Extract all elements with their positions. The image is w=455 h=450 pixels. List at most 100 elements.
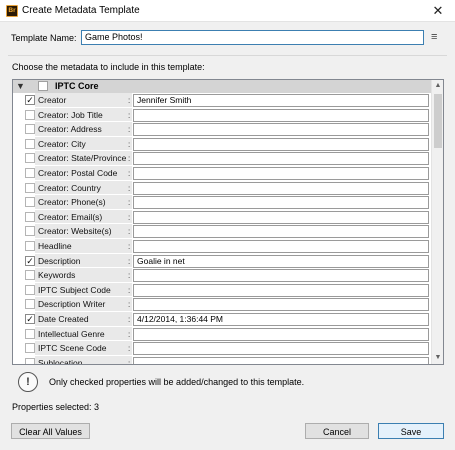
- row-value-field[interactable]: [133, 327, 429, 341]
- metadata-row: Creator: City:: [13, 136, 431, 152]
- row-separator: :: [128, 256, 131, 266]
- row-checkbox[interactable]: [25, 299, 35, 310]
- row-value-field[interactable]: [133, 342, 429, 356]
- choose-metadata-label: Choose the metadata to include in this t…: [12, 62, 205, 72]
- close-icon[interactable]: ✕: [421, 0, 455, 22]
- row-checkbox[interactable]: ✓: [25, 313, 35, 324]
- row-value-field[interactable]: [133, 356, 429, 364]
- row-value-field[interactable]: [133, 269, 429, 283]
- row-label: Keywords: [38, 270, 76, 281]
- metadata-row: Creator: Country:: [13, 180, 431, 196]
- row-checkbox[interactable]: [25, 211, 35, 222]
- row-value-field[interactable]: [133, 123, 429, 137]
- metadata-row: Description Writer:: [13, 297, 431, 312]
- row-checkbox[interactable]: ✓: [25, 95, 35, 105]
- row-label: Creator: Country: [38, 182, 101, 193]
- row-checkbox[interactable]: [25, 109, 35, 120]
- row-value-field[interactable]: [133, 210, 429, 224]
- bridge-app-icon: Br: [6, 5, 18, 17]
- row-value-field[interactable]: [133, 298, 429, 312]
- row-checkbox[interactable]: [25, 328, 35, 339]
- options-menu-icon[interactable]: ≡: [431, 31, 445, 43]
- row-checkbox[interactable]: [25, 167, 35, 178]
- row-checkbox[interactable]: [25, 197, 35, 208]
- metadata-row: ✓ Creator: Jennifer Smith: [13, 93, 431, 108]
- metadata-row: Creator: Email(s):: [13, 209, 431, 225]
- row-separator: :: [128, 227, 131, 237]
- properties-selected-count: 3: [94, 402, 100, 412]
- template-name-input[interactable]: Game Photos!: [81, 30, 424, 45]
- row-checkbox[interactable]: [25, 138, 35, 149]
- row-checkbox[interactable]: [25, 153, 35, 164]
- metadata-row: Keywords:: [13, 268, 431, 283]
- row-value-field[interactable]: [133, 152, 429, 166]
- row-value-field[interactable]: [133, 166, 429, 180]
- group-label: IPTC Core: [55, 81, 99, 91]
- metadata-row: Creator: State/Province:: [13, 151, 431, 166]
- row-separator: :: [128, 125, 131, 135]
- title-bar: Br Create Metadata Template ✕: [0, 0, 455, 22]
- row-value-field[interactable]: [133, 283, 429, 297]
- row-separator: :: [128, 212, 131, 222]
- row-label: IPTC Subject Code: [38, 284, 111, 295]
- scroll-thumb[interactable]: [434, 94, 442, 148]
- info-text: Only checked properties will be added/ch…: [49, 377, 305, 387]
- row-separator: :: [128, 285, 131, 295]
- vertical-scrollbar[interactable]: ▲ ▼: [431, 80, 443, 364]
- metadata-row: IPTC Scene Code:: [13, 341, 431, 356]
- expand-triangle-icon[interactable]: ▼: [16, 81, 25, 92]
- metadata-row: ✓ Description: Goalie in net: [13, 253, 431, 269]
- row-value-field[interactable]: [133, 225, 429, 239]
- metadata-row: Creator: Postal Code:: [13, 165, 431, 181]
- metadata-row: Creator: Website(s):: [13, 224, 431, 239]
- row-separator: :: [128, 329, 131, 339]
- row-checkbox[interactable]: [25, 240, 35, 251]
- row-label: Creator: City: [38, 138, 86, 149]
- metadata-row: Creator: Job Title:: [13, 107, 431, 123]
- cancel-button[interactable]: Cancel: [305, 423, 369, 439]
- divider: [8, 55, 447, 56]
- row-label: Sublocation: [38, 357, 83, 365]
- metadata-row: Headline:: [13, 238, 431, 254]
- group-header-iptc-core[interactable]: ▼ IPTC Core: [13, 80, 431, 93]
- row-value-field[interactable]: [133, 137, 429, 151]
- row-value-field[interactable]: Goalie in net: [133, 254, 429, 268]
- row-value-field[interactable]: Jennifer Smith: [133, 94, 429, 107]
- row-separator: :: [128, 110, 131, 120]
- row-value-field[interactable]: [133, 196, 429, 210]
- row-checkbox[interactable]: [25, 284, 35, 295]
- row-checkbox[interactable]: ✓: [25, 255, 35, 266]
- row-label: Intellectual Genre: [38, 328, 105, 339]
- row-separator: :: [128, 241, 131, 251]
- row-checkbox[interactable]: [25, 124, 35, 135]
- row-label: Description: [38, 255, 81, 266]
- properties-selected-label: Properties selected:: [12, 402, 92, 412]
- row-separator: :: [128, 139, 131, 149]
- metadata-row: Creator: Address:: [13, 122, 431, 137]
- row-value-field[interactable]: [133, 181, 429, 195]
- row-label: IPTC Scene Code: [38, 343, 107, 354]
- row-checkbox[interactable]: [25, 182, 35, 193]
- row-checkbox[interactable]: [25, 357, 35, 364]
- scroll-down-icon[interactable]: ▼: [432, 352, 443, 364]
- metadata-rows: ✓ Creator: Jennifer Smith Creator: Job Titl…: [13, 93, 431, 365]
- row-separator: :: [128, 168, 131, 178]
- clear-all-values-button[interactable]: Clear All Values: [11, 423, 90, 439]
- row-label: Creator: Phone(s): [38, 197, 106, 208]
- row-separator: :: [128, 314, 131, 324]
- scroll-up-icon[interactable]: ▲: [432, 80, 443, 92]
- metadata-row: Sublocation:: [13, 355, 431, 365]
- row-checkbox[interactable]: [25, 270, 35, 281]
- row-value-field[interactable]: 4/12/2014, 1:36:44 PM: [133, 312, 429, 326]
- row-label: Creator: Website(s): [38, 226, 112, 237]
- save-button[interactable]: Save: [378, 423, 444, 439]
- row-label: Headline: [38, 240, 72, 251]
- row-checkbox[interactable]: [25, 343, 35, 354]
- row-value-field[interactable]: [133, 239, 429, 253]
- row-checkbox[interactable]: [25, 226, 35, 237]
- row-value-field[interactable]: [133, 108, 429, 122]
- metadata-row: Creator: Phone(s):: [13, 195, 431, 210]
- group-checkbox[interactable]: [38, 81, 48, 91]
- row-separator: :: [128, 358, 131, 365]
- window-title: Create Metadata Template: [22, 5, 140, 16]
